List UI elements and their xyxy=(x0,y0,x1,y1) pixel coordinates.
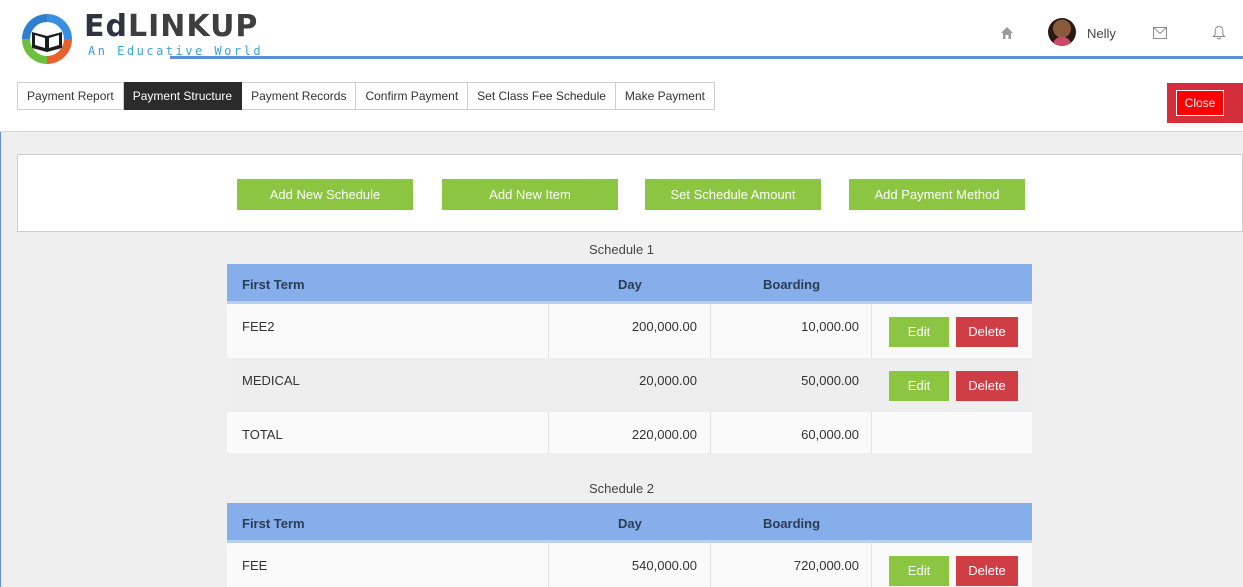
table-row: MEDICAL 20,000.00 50,000.00 Edit Delete xyxy=(227,358,1032,412)
total-boarding-amount: 60,000.00 xyxy=(801,427,859,442)
column-header-boarding: Boarding xyxy=(763,277,821,292)
fee-item-name: MEDICAL xyxy=(242,373,300,388)
tab-make-payment[interactable]: Make Payment xyxy=(615,82,715,110)
brand-name: EdLINKUP xyxy=(84,12,258,42)
action-panel: Add New Schedule Add New Item Set Schedu… xyxy=(17,154,1243,232)
avatar[interactable] xyxy=(1048,18,1076,46)
header-divider xyxy=(170,56,252,59)
add-payment-method-button[interactable]: Add Payment Method xyxy=(849,179,1025,210)
mail-icon[interactable] xyxy=(1153,27,1167,39)
boarding-amount: 50,000.00 xyxy=(801,373,859,388)
edit-button[interactable]: Edit xyxy=(889,371,949,401)
fee-item-name: FEE xyxy=(242,558,268,573)
bell-icon[interactable] xyxy=(1212,25,1226,40)
tab-payment-report[interactable]: Payment Report xyxy=(17,82,124,110)
brand-name-rest: LINKUP xyxy=(127,9,259,44)
day-amount: 20,000.00 xyxy=(639,373,697,388)
schedule-table: First Term Day Boarding FEE 540,000.00 7… xyxy=(227,503,1032,587)
delete-button[interactable]: Delete xyxy=(956,317,1018,347)
total-day-amount: 220,000.00 xyxy=(631,427,697,442)
header-divider-long xyxy=(252,56,1243,59)
fee-item-name: FEE2 xyxy=(242,319,275,334)
boarding-amount: 720,000.00 xyxy=(793,558,859,573)
edit-button[interactable]: Edit xyxy=(889,556,949,586)
close-panel: Close xyxy=(1167,83,1243,123)
brand-name-ed: Ed xyxy=(84,9,128,44)
table-header: First Term Day Boarding xyxy=(227,503,1032,543)
add-new-schedule-button[interactable]: Add New Schedule xyxy=(237,179,413,210)
column-divider xyxy=(871,543,872,587)
user-name[interactable]: Nelly xyxy=(1087,26,1116,41)
delete-button[interactable]: Delete xyxy=(956,371,1018,401)
tab-payment-records[interactable]: Payment Records xyxy=(242,82,357,110)
column-header-term: First Term xyxy=(242,516,305,531)
schedule-table: First Term Day Boarding FEE2 200,000.00 … xyxy=(227,264,1032,453)
delete-button[interactable]: Delete xyxy=(956,556,1018,586)
column-divider xyxy=(871,412,872,453)
table-row: FEE2 200,000.00 10,000.00 Edit Delete xyxy=(227,304,1032,358)
boarding-amount: 10,000.00 xyxy=(801,319,859,334)
set-schedule-amount-button[interactable]: Set Schedule Amount xyxy=(645,179,821,210)
column-divider xyxy=(871,304,872,358)
day-amount: 200,000.00 xyxy=(631,319,697,334)
column-header-boarding: Boarding xyxy=(763,516,821,531)
edit-button[interactable]: Edit xyxy=(889,317,949,347)
edlinkup-logo-icon[interactable] xyxy=(18,10,76,68)
table-header: First Term Day Boarding xyxy=(227,264,1032,304)
payment-tabs: Payment Report Payment Structure Payment… xyxy=(17,82,715,110)
column-header-term: First Term xyxy=(242,277,305,292)
home-icon[interactable] xyxy=(1000,26,1014,40)
day-amount: 540,000.00 xyxy=(631,558,697,573)
close-button[interactable]: Close xyxy=(1176,90,1224,116)
app-header: EdLINKUP An Educative World Nelly Paymen… xyxy=(0,0,1243,132)
table-row: FEE 540,000.00 720,000.00 Edit Delete xyxy=(227,543,1032,587)
column-header-day: Day xyxy=(618,516,642,531)
total-label: TOTAL xyxy=(242,427,283,442)
table-row-total: TOTAL 220,000.00 60,000.00 xyxy=(227,412,1032,453)
tab-payment-structure[interactable]: Payment Structure xyxy=(123,82,243,110)
add-new-item-button[interactable]: Add New Item xyxy=(442,179,618,210)
tab-set-class-fee-schedule[interactable]: Set Class Fee Schedule xyxy=(468,82,616,110)
schedule-title: Schedule 2 xyxy=(588,481,655,496)
schedule-title: Schedule 1 xyxy=(588,242,655,257)
column-header-day: Day xyxy=(618,277,642,292)
tab-confirm-payment[interactable]: Confirm Payment xyxy=(356,82,469,110)
